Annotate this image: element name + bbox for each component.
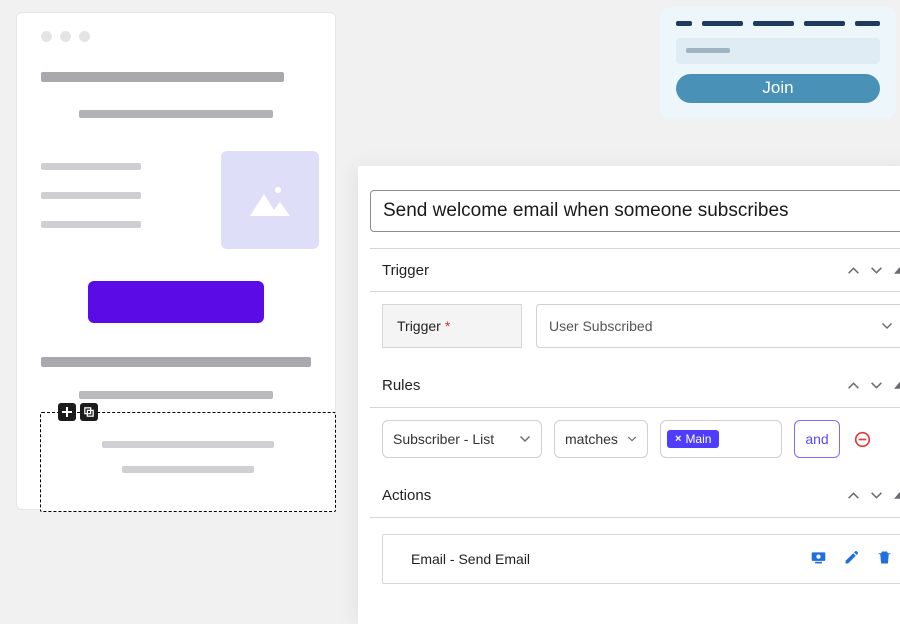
- rule-value-input[interactable]: × Main: [660, 420, 782, 458]
- automation-panel: Trigger Trigger * User Subscribed Ru: [358, 166, 900, 624]
- preview-action-button[interactable]: [810, 549, 827, 569]
- placeholder-line: [79, 110, 273, 118]
- placeholder-line: [79, 391, 273, 399]
- section-header-rules[interactable]: Rules: [370, 364, 900, 408]
- chevron-down-icon[interactable]: [870, 264, 883, 277]
- chip-label: Main: [685, 432, 711, 446]
- chevron-down-icon: [519, 433, 531, 445]
- chevron-down-icon: [627, 433, 637, 445]
- value-chip[interactable]: × Main: [667, 430, 719, 448]
- action-label: Email - Send Email: [411, 551, 530, 567]
- chevron-up-icon[interactable]: [847, 379, 860, 392]
- pencil-icon: [843, 549, 860, 566]
- chevron-down-icon[interactable]: [870, 379, 883, 392]
- section-title: Actions: [382, 487, 839, 504]
- required-asterisk: *: [445, 318, 450, 334]
- join-button[interactable]: Join: [676, 74, 880, 103]
- window-dot: [60, 31, 71, 42]
- remove-circle-icon: [854, 431, 871, 448]
- rule-subject-select[interactable]: Subscriber - List: [382, 420, 542, 458]
- plus-icon: [62, 407, 72, 417]
- chevron-down-icon[interactable]: [870, 489, 883, 502]
- add-block-button[interactable]: [58, 403, 76, 421]
- window-controls: [41, 31, 311, 42]
- trigger-field-label: Trigger *: [382, 304, 522, 348]
- placeholder-line: [41, 192, 141, 199]
- add-block-dropzone[interactable]: [40, 412, 336, 512]
- trigger-select-value: User Subscribed: [549, 318, 653, 334]
- rule-logic-label: and: [805, 431, 828, 447]
- label-text: Trigger: [397, 318, 441, 334]
- rule-logic-toggle[interactable]: and: [794, 420, 840, 458]
- placeholder-line: [102, 441, 274, 448]
- section-title: Rules: [382, 377, 839, 394]
- actions-section-body: Email - Send Email: [370, 518, 900, 600]
- chip-remove-icon[interactable]: ×: [675, 433, 681, 445]
- cta-button-placeholder: [88, 281, 264, 323]
- automation-name-input[interactable]: [370, 190, 900, 232]
- caret-up-icon[interactable]: [893, 379, 900, 392]
- duplicate-icon: [84, 407, 94, 417]
- rule-operator-value: matches a: [565, 431, 619, 447]
- duplicate-block-button[interactable]: [80, 403, 98, 421]
- preview-icon: [810, 549, 827, 566]
- window-dot: [41, 31, 52, 42]
- email-field[interactable]: [676, 38, 880, 64]
- section-header-actions[interactable]: Actions: [370, 474, 900, 518]
- join-widget: Join: [660, 7, 896, 119]
- window-dot: [79, 31, 90, 42]
- placeholder-block: [41, 163, 141, 228]
- delete-action-button[interactable]: [876, 549, 893, 569]
- caret-up-icon[interactable]: [893, 489, 900, 502]
- block-edit-controls: [58, 403, 98, 421]
- join-button-label: Join: [762, 78, 793, 98]
- rules-section-body: Subscriber - List matches a × Main and: [370, 408, 900, 474]
- rule-operator-select[interactable]: matches a: [554, 420, 648, 458]
- placeholder-block: [41, 357, 311, 399]
- placeholder-line: [686, 48, 730, 53]
- section-header-trigger[interactable]: Trigger: [370, 248, 900, 292]
- image-icon: [250, 184, 290, 216]
- chevron-down-icon: [881, 320, 893, 332]
- placeholder-line: [122, 466, 255, 473]
- remove-rule-button[interactable]: [852, 431, 872, 448]
- rule-subject-value: Subscriber - List: [393, 431, 494, 447]
- chevron-up-icon[interactable]: [847, 489, 860, 502]
- placeholder-line: [41, 163, 141, 170]
- trigger-section-body: Trigger * User Subscribed: [370, 292, 900, 364]
- placeholder-line: [41, 221, 141, 228]
- trash-icon: [876, 549, 893, 566]
- trigger-select[interactable]: User Subscribed: [536, 304, 900, 348]
- action-row: Email - Send Email: [382, 534, 900, 584]
- chevron-up-icon[interactable]: [847, 264, 860, 277]
- placeholder-line: [41, 357, 311, 367]
- caret-up-icon[interactable]: [893, 264, 900, 277]
- placeholder-title: [676, 21, 880, 26]
- edit-action-button[interactable]: [843, 549, 860, 569]
- section-title: Trigger: [382, 262, 839, 279]
- placeholder-line: [41, 72, 284, 82]
- image-placeholder: [221, 151, 319, 249]
